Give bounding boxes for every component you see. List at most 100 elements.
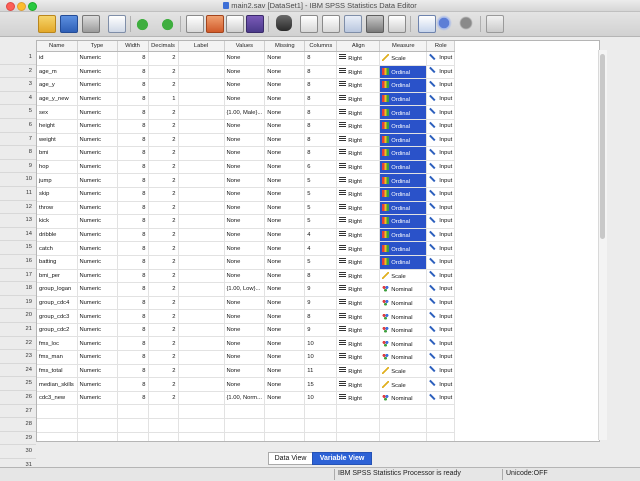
cell-role[interactable]: Input <box>426 105 456 120</box>
cell-decimals[interactable]: 2 <box>148 173 179 188</box>
cell-name[interactable]: group_cdc3 <box>37 309 78 324</box>
cell-measure[interactable]: Scale <box>379 364 428 379</box>
row-number[interactable]: 30 <box>0 445 36 459</box>
cell-width[interactable]: 8 <box>117 350 149 365</box>
cell-type[interactable]: Numeric <box>77 228 118 243</box>
cell-align[interactable]: Right <box>336 336 381 352</box>
cell-type[interactable]: Numeric <box>77 92 118 107</box>
cell-width[interactable]: 8 <box>117 105 149 120</box>
cell-decimals[interactable]: 2 <box>148 201 179 216</box>
cell-values[interactable]: None <box>224 51 266 66</box>
row-number[interactable]: 18 <box>0 282 36 296</box>
cell-role[interactable]: Input <box>426 146 456 161</box>
cell-name[interactable]: fms_man <box>37 350 78 365</box>
cell-name[interactable]: bmi <box>37 146 78 161</box>
cell-columns[interactable]: 4 <box>304 228 338 243</box>
cell-values[interactable]: None <box>224 336 266 352</box>
variable-row[interactable]: cdc3_new Numeric 8 2 {1.00, Norm... None 10 Rig… <box>37 391 456 406</box>
row-number[interactable]: 17 <box>0 269 36 283</box>
cell-values[interactable]: None <box>224 160 266 175</box>
cell-type[interactable]: Numeric <box>77 65 118 80</box>
cell-columns[interactable]: 15 <box>304 377 338 392</box>
row-number[interactable]: 1 <box>0 51 36 65</box>
cell-missing[interactable]: None <box>264 296 306 311</box>
find-icon[interactable] <box>276 15 292 31</box>
cell-type[interactable]: Numeric <box>77 296 118 311</box>
cell-align[interactable]: Right <box>336 201 381 216</box>
cell-values[interactable]: None <box>224 78 266 93</box>
cell-label[interactable] <box>178 105 225 120</box>
insert-cases-icon[interactable] <box>300 15 318 33</box>
empty-cell[interactable] <box>148 418 179 433</box>
cell-width[interactable]: 8 <box>117 282 149 297</box>
variable-row[interactable]: id Numeric 8 2 None None 8 Right Scale Input <box>37 51 456 66</box>
cell-values[interactable]: None <box>224 228 266 243</box>
goto-variable-icon[interactable] <box>206 15 224 33</box>
cell-columns[interactable]: 8 <box>304 105 338 120</box>
empty-cell[interactable] <box>77 432 118 441</box>
cell-measure[interactable]: Nominal <box>379 282 428 297</box>
cell-align[interactable]: Right <box>336 241 381 256</box>
cell-measure[interactable]: Nominal <box>379 391 428 406</box>
cell-values[interactable]: None <box>224 133 266 148</box>
cell-label[interactable] <box>178 65 225 80</box>
cell-width[interactable]: 8 <box>117 228 149 243</box>
cell-width[interactable]: 8 <box>117 92 149 107</box>
cell-label[interactable] <box>178 214 225 229</box>
cell-width[interactable]: 8 <box>117 309 149 324</box>
cell-columns[interactable]: 6 <box>304 160 338 175</box>
cell-role[interactable]: Input <box>426 377 456 392</box>
variable-row[interactable]: batting Numeric 8 2 None None 5 Right Ordinal Inp… <box>37 255 456 270</box>
variable-row[interactable]: group_cdc3 Numeric 8 2 None None 8 Right Nominal… <box>37 309 456 324</box>
cell-label[interactable] <box>178 241 225 256</box>
cell-measure[interactable]: Nominal <box>379 336 428 352</box>
cell-name[interactable]: throw <box>37 201 78 216</box>
row-number[interactable]: 6 <box>0 119 36 133</box>
cell-role[interactable]: Input <box>426 51 456 66</box>
cell-align[interactable]: Right <box>336 173 381 188</box>
row-number[interactable]: 28 <box>0 418 36 432</box>
cell-role[interactable]: Input <box>426 323 456 338</box>
empty-cell[interactable] <box>426 404 456 420</box>
cell-decimals[interactable]: 2 <box>148 377 179 392</box>
cell-missing[interactable]: None <box>264 201 306 216</box>
cell-missing[interactable]: None <box>264 269 306 284</box>
variable-row[interactable]: age_y Numeric 8 2 None None 8 Right Ordinal Input <box>37 78 456 93</box>
column-header[interactable]: Name <box>37 41 78 52</box>
empty-cell[interactable] <box>117 432 149 441</box>
cell-columns[interactable]: 9 <box>304 296 338 311</box>
cell-missing[interactable]: None <box>264 282 306 297</box>
weight-cases-icon[interactable] <box>366 15 384 33</box>
cell-name[interactable]: jump <box>37 173 78 188</box>
cell-width[interactable]: 8 <box>117 323 149 338</box>
empty-cell[interactable] <box>264 432 306 441</box>
cell-measure[interactable]: Nominal <box>379 323 428 338</box>
cell-values[interactable]: None <box>224 241 266 256</box>
column-header[interactable]: Label <box>178 41 225 52</box>
cell-label[interactable] <box>178 377 225 392</box>
row-number[interactable]: 22 <box>0 337 36 351</box>
cell-columns[interactable]: 11 <box>304 364 338 379</box>
row-number[interactable]: 20 <box>0 309 36 323</box>
empty-cell[interactable] <box>336 418 381 433</box>
column-header[interactable]: Decimals <box>148 41 179 52</box>
vertical-scroll-thumb[interactable] <box>600 54 605 239</box>
cell-role[interactable]: Input <box>426 282 456 297</box>
row-number[interactable]: 4 <box>0 92 36 106</box>
cell-label[interactable] <box>178 364 225 379</box>
cell-columns[interactable]: 8 <box>304 65 338 80</box>
cell-measure[interactable]: Ordinal <box>379 92 428 107</box>
cell-name[interactable]: dribble <box>37 228 78 243</box>
empty-cell[interactable] <box>77 404 118 420</box>
cell-values[interactable]: None <box>224 296 266 311</box>
variable-row[interactable]: age_y_new Numeric 8 1 None None 8 Right Ordinal I… <box>37 92 456 107</box>
cell-type[interactable]: Numeric <box>77 269 118 284</box>
cell-measure[interactable]: Scale <box>379 269 428 284</box>
cell-columns[interactable]: 5 <box>304 214 338 229</box>
empty-cell[interactable] <box>224 418 266 433</box>
row-number[interactable]: 15 <box>0 241 36 255</box>
cell-align[interactable]: Right <box>336 146 381 161</box>
variable-row[interactable]: throw Numeric 8 2 None None 5 Right Ordinal Input <box>37 201 456 216</box>
cell-role[interactable]: Input <box>426 296 456 311</box>
variable-row[interactable]: fms_total Numeric 8 2 None None 11 Right Scale In… <box>37 364 456 379</box>
